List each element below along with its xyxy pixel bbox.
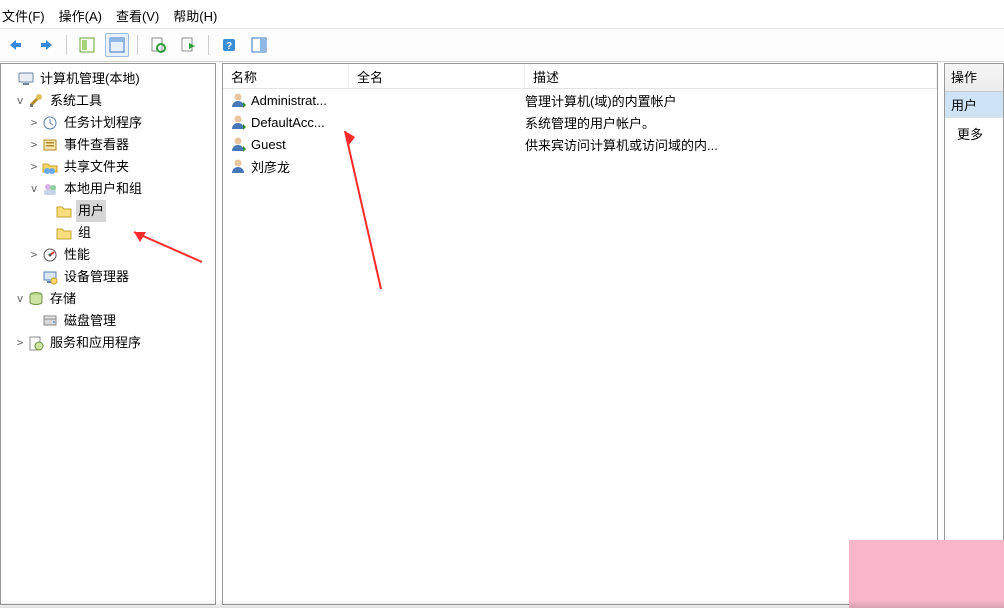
toolbar-separator [208, 35, 209, 55]
tree-pane: ▪ 计算机管理(本地) v 系统工具 > [0, 63, 216, 605]
cell-name: DefaultAcc... [251, 115, 349, 130]
tree-root[interactable]: ▪ 计算机管理(本地) [1, 68, 215, 90]
expand-icon[interactable]: > [27, 134, 41, 156]
computer-icon [17, 70, 35, 88]
tree-label: 服务和应用程序 [48, 332, 143, 354]
cell-desc: 管理计算机(域)的内置帐户 [525, 91, 937, 110]
folder-icon [55, 202, 73, 220]
tree-label: 共享文件夹 [62, 156, 131, 178]
tools-icon [27, 92, 45, 110]
performance-icon [41, 246, 59, 264]
tree-groups[interactable]: 组 [1, 222, 215, 244]
expand-icon[interactable]: v [13, 90, 27, 112]
details-pane-icon[interactable] [105, 33, 129, 57]
tree-label: 本地用户和组 [62, 178, 144, 200]
cell-desc: 系统管理的用户帐户。 [525, 113, 937, 132]
expand-icon[interactable]: v [13, 288, 27, 310]
tree-system-tools[interactable]: v 系统工具 [1, 90, 215, 112]
expand-icon[interactable]: > [27, 244, 41, 266]
tree-task-scheduler[interactable]: > 任务计划程序 [1, 112, 215, 134]
list-row[interactable]: Guest 供来宾访问计算机或访问域的内... [223, 133, 937, 155]
tree-label: 存储 [48, 288, 78, 310]
user-icon [229, 91, 247, 109]
computer-management-window: 文件(F) 操作(A) 查看(V) 帮助(H) ? [0, 0, 1004, 608]
tree-label: 系统工具 [48, 90, 104, 112]
user-icon [229, 113, 247, 131]
nav-tree: ▪ 计算机管理(本地) v 系统工具 > [1, 68, 215, 354]
menu-view[interactable]: 查看(V) [116, 6, 159, 25]
tree-label: 性能 [62, 244, 92, 266]
tree-services-apps[interactable]: > 服务和应用程序 [1, 332, 215, 354]
cell-name: Guest [251, 137, 349, 152]
bottom-shadow [0, 600, 1004, 608]
tree-device-manager[interactable]: > 设备管理器 [1, 266, 215, 288]
list-pane: 名称 全名 描述 Administrat... 管理计算机(域)的内置帐户 [222, 63, 938, 605]
user-icon [229, 157, 247, 175]
actions-header: 操作 [945, 64, 1003, 92]
users-groups-icon [41, 180, 59, 198]
toolbar-separator [137, 35, 138, 55]
user-icon [229, 135, 247, 153]
cell-name: 刘彦龙 [251, 157, 349, 176]
tree-label: 组 [76, 222, 93, 244]
tree-label: 事件查看器 [62, 134, 131, 156]
expand-icon[interactable]: v [27, 178, 41, 200]
shared-folder-icon [41, 158, 59, 176]
col-description[interactable]: 描述 [525, 64, 937, 88]
tree-storage[interactable]: v 存储 [1, 288, 215, 310]
device-mgr-icon [41, 268, 59, 286]
list-body: Administrat... 管理计算机(域)的内置帐户 DefaultAcc.… [223, 89, 937, 604]
disk-mgmt-icon [41, 312, 59, 330]
menu-action[interactable]: 操作(A) [59, 6, 102, 25]
tree-local-users-groups[interactable]: v 本地用户和组 [1, 178, 215, 200]
tree-performance[interactable]: > 性能 [1, 244, 215, 266]
expand-icon[interactable]: > [27, 156, 41, 178]
col-fullname[interactable]: 全名 [349, 64, 525, 88]
overlay-pink-block [849, 540, 1004, 608]
list-row[interactable]: Administrat... 管理计算机(域)的内置帐户 [223, 89, 937, 111]
svg-text:?: ? [226, 41, 232, 52]
toolbar-separator [66, 35, 67, 55]
tree-label: 任务计划程序 [62, 112, 144, 134]
list-header: 名称 全名 描述 [223, 64, 937, 89]
tree-event-viewer[interactable]: > 事件查看器 [1, 134, 215, 156]
cell-desc: 供来宾访问计算机或访问域的内... [525, 135, 937, 154]
menu-help[interactable]: 帮助(H) [173, 6, 217, 25]
body-area: ▪ 计算机管理(本地) v 系统工具 > [0, 62, 1004, 605]
tree-disk-mgmt[interactable]: > 磁盘管理 [1, 310, 215, 332]
action-pane-toggle-icon[interactable] [247, 33, 271, 57]
services-icon [27, 334, 45, 352]
tree-label: 计算机管理(本地) [38, 68, 142, 90]
list-row[interactable]: DefaultAcc... 系统管理的用户帐户。 [223, 111, 937, 133]
tree-label-selected: 用户 [76, 200, 106, 222]
tree-shared-folders[interactable]: > 共享文件夹 [1, 156, 215, 178]
nav-back-icon[interactable] [4, 33, 28, 57]
col-name[interactable]: 名称 [223, 64, 349, 88]
folder-icon [55, 224, 73, 242]
actions-pane: 操作 用户 更多 [944, 63, 1004, 605]
actions-selected[interactable]: 用户 [945, 92, 1003, 118]
event-viewer-icon [41, 136, 59, 154]
refresh-icon[interactable] [146, 33, 170, 57]
tree-label: 设备管理器 [62, 266, 131, 288]
storage-icon [27, 290, 45, 308]
toolbar: ? [0, 28, 1004, 62]
help-icon[interactable]: ? [217, 33, 241, 57]
menu-file[interactable]: 文件(F) [2, 6, 45, 25]
actions-more[interactable]: 更多 [945, 118, 1003, 143]
cell-name: Administrat... [251, 93, 349, 108]
export-list-icon[interactable] [176, 33, 200, 57]
tree-users[interactable]: 用户 [1, 200, 215, 222]
expand-icon[interactable]: > [13, 332, 27, 354]
clock-icon [41, 114, 59, 132]
menu-bar: 文件(F) 操作(A) 查看(V) 帮助(H) [0, 0, 1004, 28]
list-row[interactable]: 刘彦龙 [223, 155, 937, 177]
show-hide-tree-icon[interactable] [75, 33, 99, 57]
expand-icon[interactable]: > [27, 112, 41, 134]
tree-label: 磁盘管理 [62, 310, 118, 332]
nav-fwd-icon[interactable] [34, 33, 58, 57]
